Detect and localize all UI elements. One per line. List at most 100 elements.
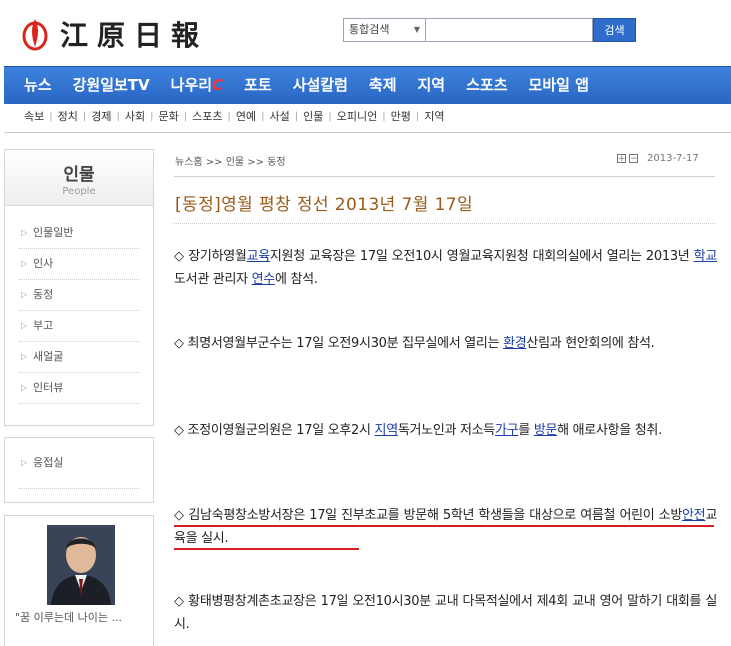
article-date: 2013-7-17 <box>647 153 699 164</box>
highlight-underline <box>174 548 359 550</box>
main-nav: 뉴스 강원일보TV 나우리C 포토 사설칼럼 축제 지역 스포츠 모바일 앱 <box>4 66 731 104</box>
article-paragraph: ◇ 최명서영월부군수는 17일 오전9시30분 집무실에서 열리는 환경산림과 … <box>174 332 717 355</box>
subnav-separator: | <box>294 111 299 122</box>
site-logo[interactable]: 江原日報 <box>22 14 208 54</box>
search-scope-select[interactable]: 통합검색 ▼ <box>343 18 425 42</box>
sidebar-menu: ▷ 인물일반 ▷ 인사 ▷ 동정 ▷ 부고 ▷ 새얼굴 ▷ 인터뷰 <box>5 218 153 404</box>
text: 도서관 관리자 <box>174 272 252 287</box>
sidebar-menu-secondary: ▷ 응접실 <box>5 438 153 489</box>
photo-caption[interactable]: "꿈 이루는데 나이는 ... <box>15 609 122 625</box>
sidebar-item-reception[interactable]: ▷ 응접실 <box>19 438 139 489</box>
sidebar-title-ko: 인물 <box>63 165 95 185</box>
subnav-separator: | <box>261 111 265 122</box>
subnav-separator: | <box>382 111 386 122</box>
search-scope-label: 통합검색 <box>349 23 390 36</box>
subnav-separator: | <box>227 111 231 122</box>
highlight-underline <box>174 525 714 527</box>
keyword-link[interactable]: 연수 <box>252 272 276 287</box>
subnav-item[interactable]: 사설 <box>270 104 290 130</box>
arrow-right-icon: ▷ <box>21 458 28 467</box>
text: ◇ 황태병평창계촌초교장은 17일 오전10시30분 교내 다목적실에서 제4회… <box>174 594 717 632</box>
sidebar-item-label: 응접실 <box>33 456 64 469</box>
sidebar-item-interview[interactable]: ▷ 인터뷰 <box>19 373 139 404</box>
text: 산림과 현안회의에 참석. <box>526 336 655 351</box>
divider <box>174 223 715 224</box>
keyword-link[interactable]: 교육 <box>247 249 271 264</box>
subnav-item[interactable]: 정치 <box>58 104 78 130</box>
sidebar-category-box: 인물 People ▷ 인물일반 ▷ 인사 ▷ 동정 ▷ 부고 ▷ 새얼굴 ▷ 인터뷰 <box>4 149 154 426</box>
text: 에 참석. <box>274 272 318 287</box>
keyword-link[interactable]: 지역 <box>375 423 399 438</box>
nav-item-nauri-mark: C <box>212 76 224 94</box>
subnav-item[interactable]: 인물 <box>303 104 323 130</box>
article-paragraph-highlighted: ◇ 김남숙평창소방서장은 17일 진부초교를 방문해 5학년 학생들을 대상으로… <box>174 504 717 550</box>
logo-text: 江原日報 <box>60 19 209 52</box>
arrow-right-icon: ▷ <box>21 383 28 392</box>
site-header: 江原日報 통합검색 ▼ 검색 <box>0 0 731 66</box>
sidebar-item-label: 인사 <box>33 257 54 270</box>
arrow-right-icon: ▷ <box>21 352 28 361</box>
sidebar-item-activities[interactable]: ▷ 동정 <box>19 280 139 311</box>
nav-item-tv[interactable]: 강원일보TV <box>73 67 150 104</box>
subnav-item[interactable]: 스포츠 <box>192 104 222 130</box>
sidebar-item-label: 동정 <box>33 288 54 301</box>
sidebar-title: 인물 People <box>5 150 153 206</box>
subnav-item[interactable]: 연예 <box>236 104 256 130</box>
text: ◇ 조정이영월군의원은 17일 오후2시 <box>174 423 375 438</box>
arrow-right-icon: ▷ <box>21 259 28 268</box>
text: 를 <box>518 423 534 438</box>
subnav-item[interactable]: 오피니언 <box>337 104 377 130</box>
keyword-link[interactable]: 학교 <box>694 249 718 264</box>
subnav-separator: | <box>116 111 120 122</box>
sidebar-item-new-faces[interactable]: ▷ 새얼굴 <box>19 342 139 373</box>
arrow-right-icon: ▷ <box>21 228 28 237</box>
sidebar-photo-box: "꿈 이루는데 나이는 ... <box>4 515 154 646</box>
text: 지원청 교육장은 17일 오전10시 영월교육지원청 대회의실에서 열리는 20… <box>269 249 694 264</box>
keyword-link[interactable]: 가구 <box>495 423 519 438</box>
subnav-separator: | <box>415 111 420 122</box>
sidebar-item-label: 인물일반 <box>33 226 74 239</box>
sidebar-item-personnel[interactable]: ▷ 인사 <box>19 249 139 280</box>
nav-item-column[interactable]: 사설칼럼 <box>293 67 348 104</box>
subnav-item[interactable]: 사회 <box>125 104 145 130</box>
arrow-right-icon: ▷ <box>21 290 28 299</box>
search-input[interactable] <box>425 18 593 42</box>
subnav-item[interactable]: 속보 <box>24 104 44 130</box>
subnav-separator: | <box>150 111 154 122</box>
sidebar-item-general[interactable]: ▷ 인물일반 <box>19 218 139 249</box>
subnav-separator: | <box>49 111 53 122</box>
nav-item-news[interactable]: 뉴스 <box>24 67 52 104</box>
person-photo[interactable] <box>47 525 115 605</box>
text: ◇ 최명서영월부군수는 17일 오전9시30분 집무실에서 열리는 <box>174 336 504 351</box>
text: ◇ 장기하영월 <box>174 249 247 264</box>
subnav-item[interactable]: 경제 <box>91 104 111 130</box>
search-button[interactable]: 검색 <box>593 18 636 42</box>
nav-item-photo[interactable]: 포토 <box>244 67 272 104</box>
keyword-link[interactable]: 방문 <box>534 423 558 438</box>
sidebar-item-label: 새얼굴 <box>33 350 64 363</box>
sub-nav: 속보 | 정치 | 경제 | 사회 | 문화 | 스포츠 | 연예 | 사설 | 인물 | 오피니… <box>4 104 731 133</box>
nav-item-region[interactable]: 지역 <box>418 67 446 104</box>
subnav-item[interactable]: 만평 <box>391 104 411 130</box>
keyword-link[interactable]: 안전 <box>682 508 706 523</box>
keyword-link[interactable]: 환경 <box>503 336 527 351</box>
font-increase-icon[interactable]: + <box>617 154 626 164</box>
nav-item-festival[interactable]: 축제 <box>369 67 397 104</box>
nav-item-nauri[interactable]: 나우리C <box>171 67 223 104</box>
sidebar-title-en: People <box>62 186 96 197</box>
subnav-item[interactable]: 문화 <box>159 104 179 130</box>
chevron-down-icon: ▼ <box>413 25 420 34</box>
sidebar-item-label: 인터뷰 <box>33 381 64 394</box>
text: 독거노인과 저소득 <box>397 423 495 438</box>
sidebar-item-obituary[interactable]: ▷ 부고 <box>19 311 139 342</box>
subnav-item[interactable]: 지역 <box>424 104 444 130</box>
arrow-right-icon: ▷ <box>21 321 28 330</box>
nav-item-nauri-label: 나우리 <box>170 76 213 94</box>
font-decrease-icon[interactable]: − <box>629 154 638 164</box>
nav-item-mobile-app[interactable]: 모바일 앱 <box>529 67 589 104</box>
subnav-separator: | <box>82 111 87 122</box>
subnav-separator: | <box>183 111 188 122</box>
nav-item-sports[interactable]: 스포츠 <box>466 67 507 104</box>
sidebar-reception-box: ▷ 응접실 <box>4 437 154 503</box>
breadcrumb: 뉴스홈 >> 인물 >> 동정 <box>175 157 286 168</box>
